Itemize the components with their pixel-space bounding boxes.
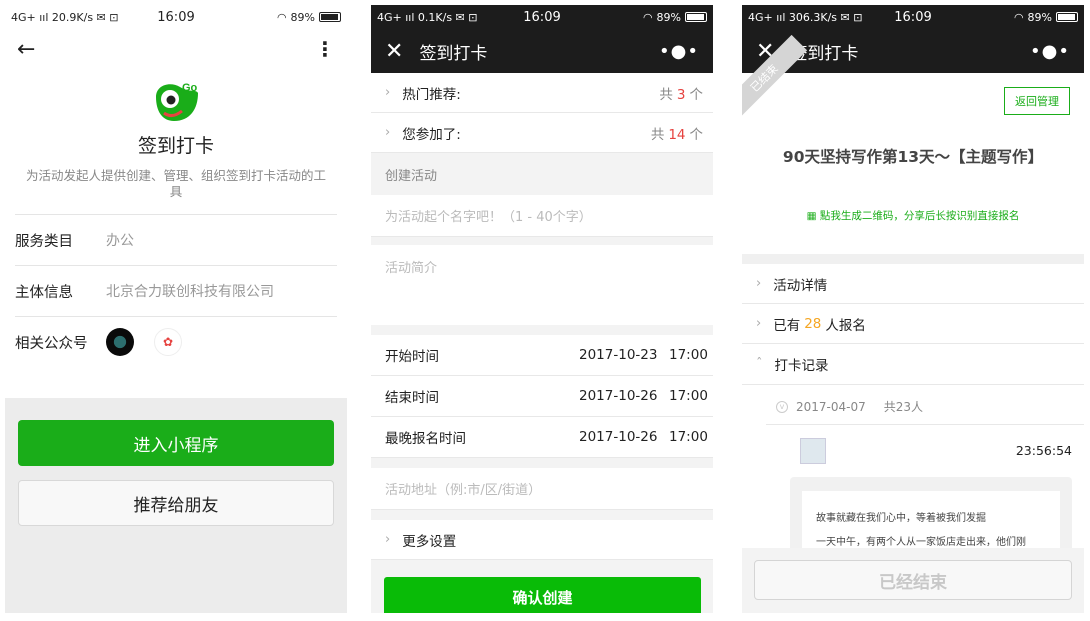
activity-detail-item[interactable]: › 活动详情 <box>742 264 1084 304</box>
time-value[interactable]: 17:00 <box>669 388 708 404</box>
status-bar: 4G+ ııl 306.3K/s ✉ ⊡ 16:09 ◠ 89% <box>742 5 1084 29</box>
time-label: 结束时间 <box>385 390 439 406</box>
time-label: 开始时间 <box>385 349 439 365</box>
wifi-icon: ◠ <box>642 10 653 24</box>
time-label: 最晚报名时间 <box>385 431 466 447</box>
checkin-record-item[interactable]: ˆ 打卡记录 <box>742 344 1084 384</box>
chevron-right-icon: › <box>385 532 391 547</box>
date-value[interactable]: 2017-10-23 <box>579 347 669 363</box>
chevron-right-icon: › <box>756 276 762 291</box>
status-signal: 4G+ ııl 306.3K/s ✉ ⊡ <box>748 10 863 24</box>
chevron-right-icon: › <box>385 125 391 140</box>
more-menu-icon[interactable]: ⋮ <box>315 37 335 61</box>
battery-icon <box>685 12 707 22</box>
record-date-row[interactable]: v 2017-04-07 共23人 <box>776 398 923 415</box>
status-bar: 4G+ ııl 0.1K/s ✉ ⊡ 16:09 ◠ 89% <box>371 5 713 29</box>
more-settings-label: 更多设置 <box>402 533 457 550</box>
nav-bar: ✕ 签到打卡 •●• <box>371 29 713 73</box>
status-signal: 4G+ ııl 0.1K/s ✉ ⊡ <box>377 10 478 24</box>
item-label: 活动详情 <box>773 277 828 294</box>
account-avatar[interactable] <box>106 328 134 356</box>
more-settings-item[interactable]: › 更多设置 <box>371 520 713 560</box>
user-avatar[interactable] <box>800 438 826 464</box>
activity-name-input[interactable]: 为活动起个名字吧！（1 - 40个字） <box>371 195 713 237</box>
activity-detail-screen: 4G+ ııl 306.3K/s ✉ ⊡ 16:09 ◠ 89% ✕ 签到打卡 … <box>742 5 1084 613</box>
info-row-category: 服务类目 办公 <box>15 214 337 265</box>
battery-icon <box>1056 12 1078 22</box>
battery-level: 89% <box>290 10 315 24</box>
nav-title: 签到打卡 <box>790 43 859 64</box>
app-logo: Go <box>150 79 202 123</box>
activity-heading: 90天坚持写作第13天～【主题写作】 <box>782 148 1044 166</box>
info-row-accounts: 相关公众号 ✿ <box>15 316 337 367</box>
record-date: 2017-04-07 <box>796 399 866 414</box>
activity-intro-textarea[interactable]: 活动简介 <box>371 245 713 325</box>
svg-text:Go: Go <box>182 82 198 94</box>
record-time: 23:56:54 <box>1015 443 1072 458</box>
time-value[interactable]: 17:00 <box>669 347 708 363</box>
start-time-row[interactable]: 开始时间 2017-10-23 17:00 <box>371 335 713 376</box>
list-item-joined[interactable]: › 您参加了: 共 14 个 <box>371 113 713 153</box>
chevron-up-icon: ˆ <box>756 356 763 372</box>
list-item-hot[interactable]: › 热门推荐: 共3个 <box>371 73 713 113</box>
info-value: 办公 <box>106 233 134 249</box>
section-title-create: 创建活动 <box>371 153 713 195</box>
wifi-icon: ◠ <box>1013 10 1024 24</box>
chevron-right-icon: › <box>385 85 391 100</box>
footer-bar: 已经结束 <box>742 548 1084 613</box>
qr-code-link[interactable]: ▦ 點我生成二维码，分享后长按识别直接报名 <box>742 208 1084 223</box>
account-avatar[interactable]: ✿ <box>154 328 182 356</box>
chevron-right-icon: › <box>756 316 762 331</box>
list-item-count: 共 14 个 <box>650 126 703 143</box>
ended-button[interactable]: 已经结束 <box>754 560 1072 600</box>
time-value[interactable]: 17:00 <box>669 429 708 445</box>
app-title: 签到打卡 <box>137 135 214 157</box>
more-dots-icon[interactable]: •●• <box>659 41 699 62</box>
confirm-create-button[interactable]: 确认创建 <box>384 577 701 613</box>
battery-level: 89% <box>656 10 681 24</box>
end-time-row[interactable]: 结束时间 2017-10-26 17:00 <box>371 376 713 417</box>
chevron-down-icon: v <box>776 400 788 413</box>
recommend-to-friend-button[interactable]: 推荐给朋友 <box>18 480 334 526</box>
create-activity-screen: 4G+ ııl 0.1K/s ✉ ⊡ 16:09 ◠ 89% ✕ 签到打卡 •●… <box>371 5 713 613</box>
info-key: 相关公众号 <box>15 335 88 352</box>
date-value[interactable]: 2017-10-26 <box>579 388 669 404</box>
list-item-label: 热门推荐: <box>402 86 461 103</box>
record-total: 共23人 <box>883 400 924 414</box>
battery-level: 89% <box>1027 10 1052 24</box>
item-label: 打卡记录 <box>774 358 829 374</box>
info-key: 服务类目 <box>15 233 73 250</box>
info-value: 北京合力联创科技有限公司 <box>106 284 274 300</box>
status-bar: 4G+ ııl 20.9K/s ✉ ⊡ 16:09 ◠ 89% <box>5 5 347 29</box>
wifi-icon: ◠ <box>276 10 287 24</box>
back-arrow-icon[interactable]: ← <box>17 37 35 62</box>
deadline-time-row[interactable]: 最晚报名时间 2017-10-26 17:00 <box>371 417 713 458</box>
info-list: 服务类目 办公 主体信息 北京合力联创科技有限公司 相关公众号 ✿ <box>15 214 337 367</box>
signup-count-item[interactable]: › 已有 28 人报名 <box>742 304 1084 344</box>
top-bar: ← ⋮ <box>5 29 347 69</box>
close-icon[interactable]: ✕ <box>385 39 403 64</box>
action-area: 进入小程序 推荐给朋友 <box>5 398 347 613</box>
list-item-count: 共3个 <box>659 86 703 103</box>
note-line: 故事就藏在我们心中，等着被我们发掘 <box>816 513 986 524</box>
nav-title: 签到打卡 <box>419 43 488 64</box>
list-item-label: 您参加了: <box>402 126 461 143</box>
status-signal: 4G+ ııl 20.9K/s ✉ ⊡ <box>11 10 119 24</box>
date-value[interactable]: 2017-10-26 <box>579 429 669 445</box>
mini-program-profile-screen: 4G+ ııl 20.9K/s ✉ ⊡ 16:09 ◠ 89% ← ⋮ Go 签… <box>5 5 347 613</box>
enter-mini-program-button[interactable]: 进入小程序 <box>18 420 334 466</box>
signup-count: 28 <box>804 315 822 332</box>
more-dots-icon[interactable]: •●• <box>1030 41 1070 62</box>
summary-list: › 热门推荐: 共3个 › 您参加了: 共 14 个 <box>371 73 713 153</box>
qr-code-icon: ▦ <box>806 210 817 222</box>
info-key: 主体信息 <box>15 284 73 301</box>
battery-icon <box>319 12 341 22</box>
back-to-manage-button[interactable]: 返回管理 <box>1004 87 1070 115</box>
app-description: 为活动发起人提供创建、管理、组织签到打卡活动的工具 <box>25 168 326 199</box>
info-row-entity: 主体信息 北京合力联创科技有限公司 <box>15 265 337 316</box>
activity-address-input[interactable]: 活动地址（例:市/区/街道） <box>371 468 713 510</box>
